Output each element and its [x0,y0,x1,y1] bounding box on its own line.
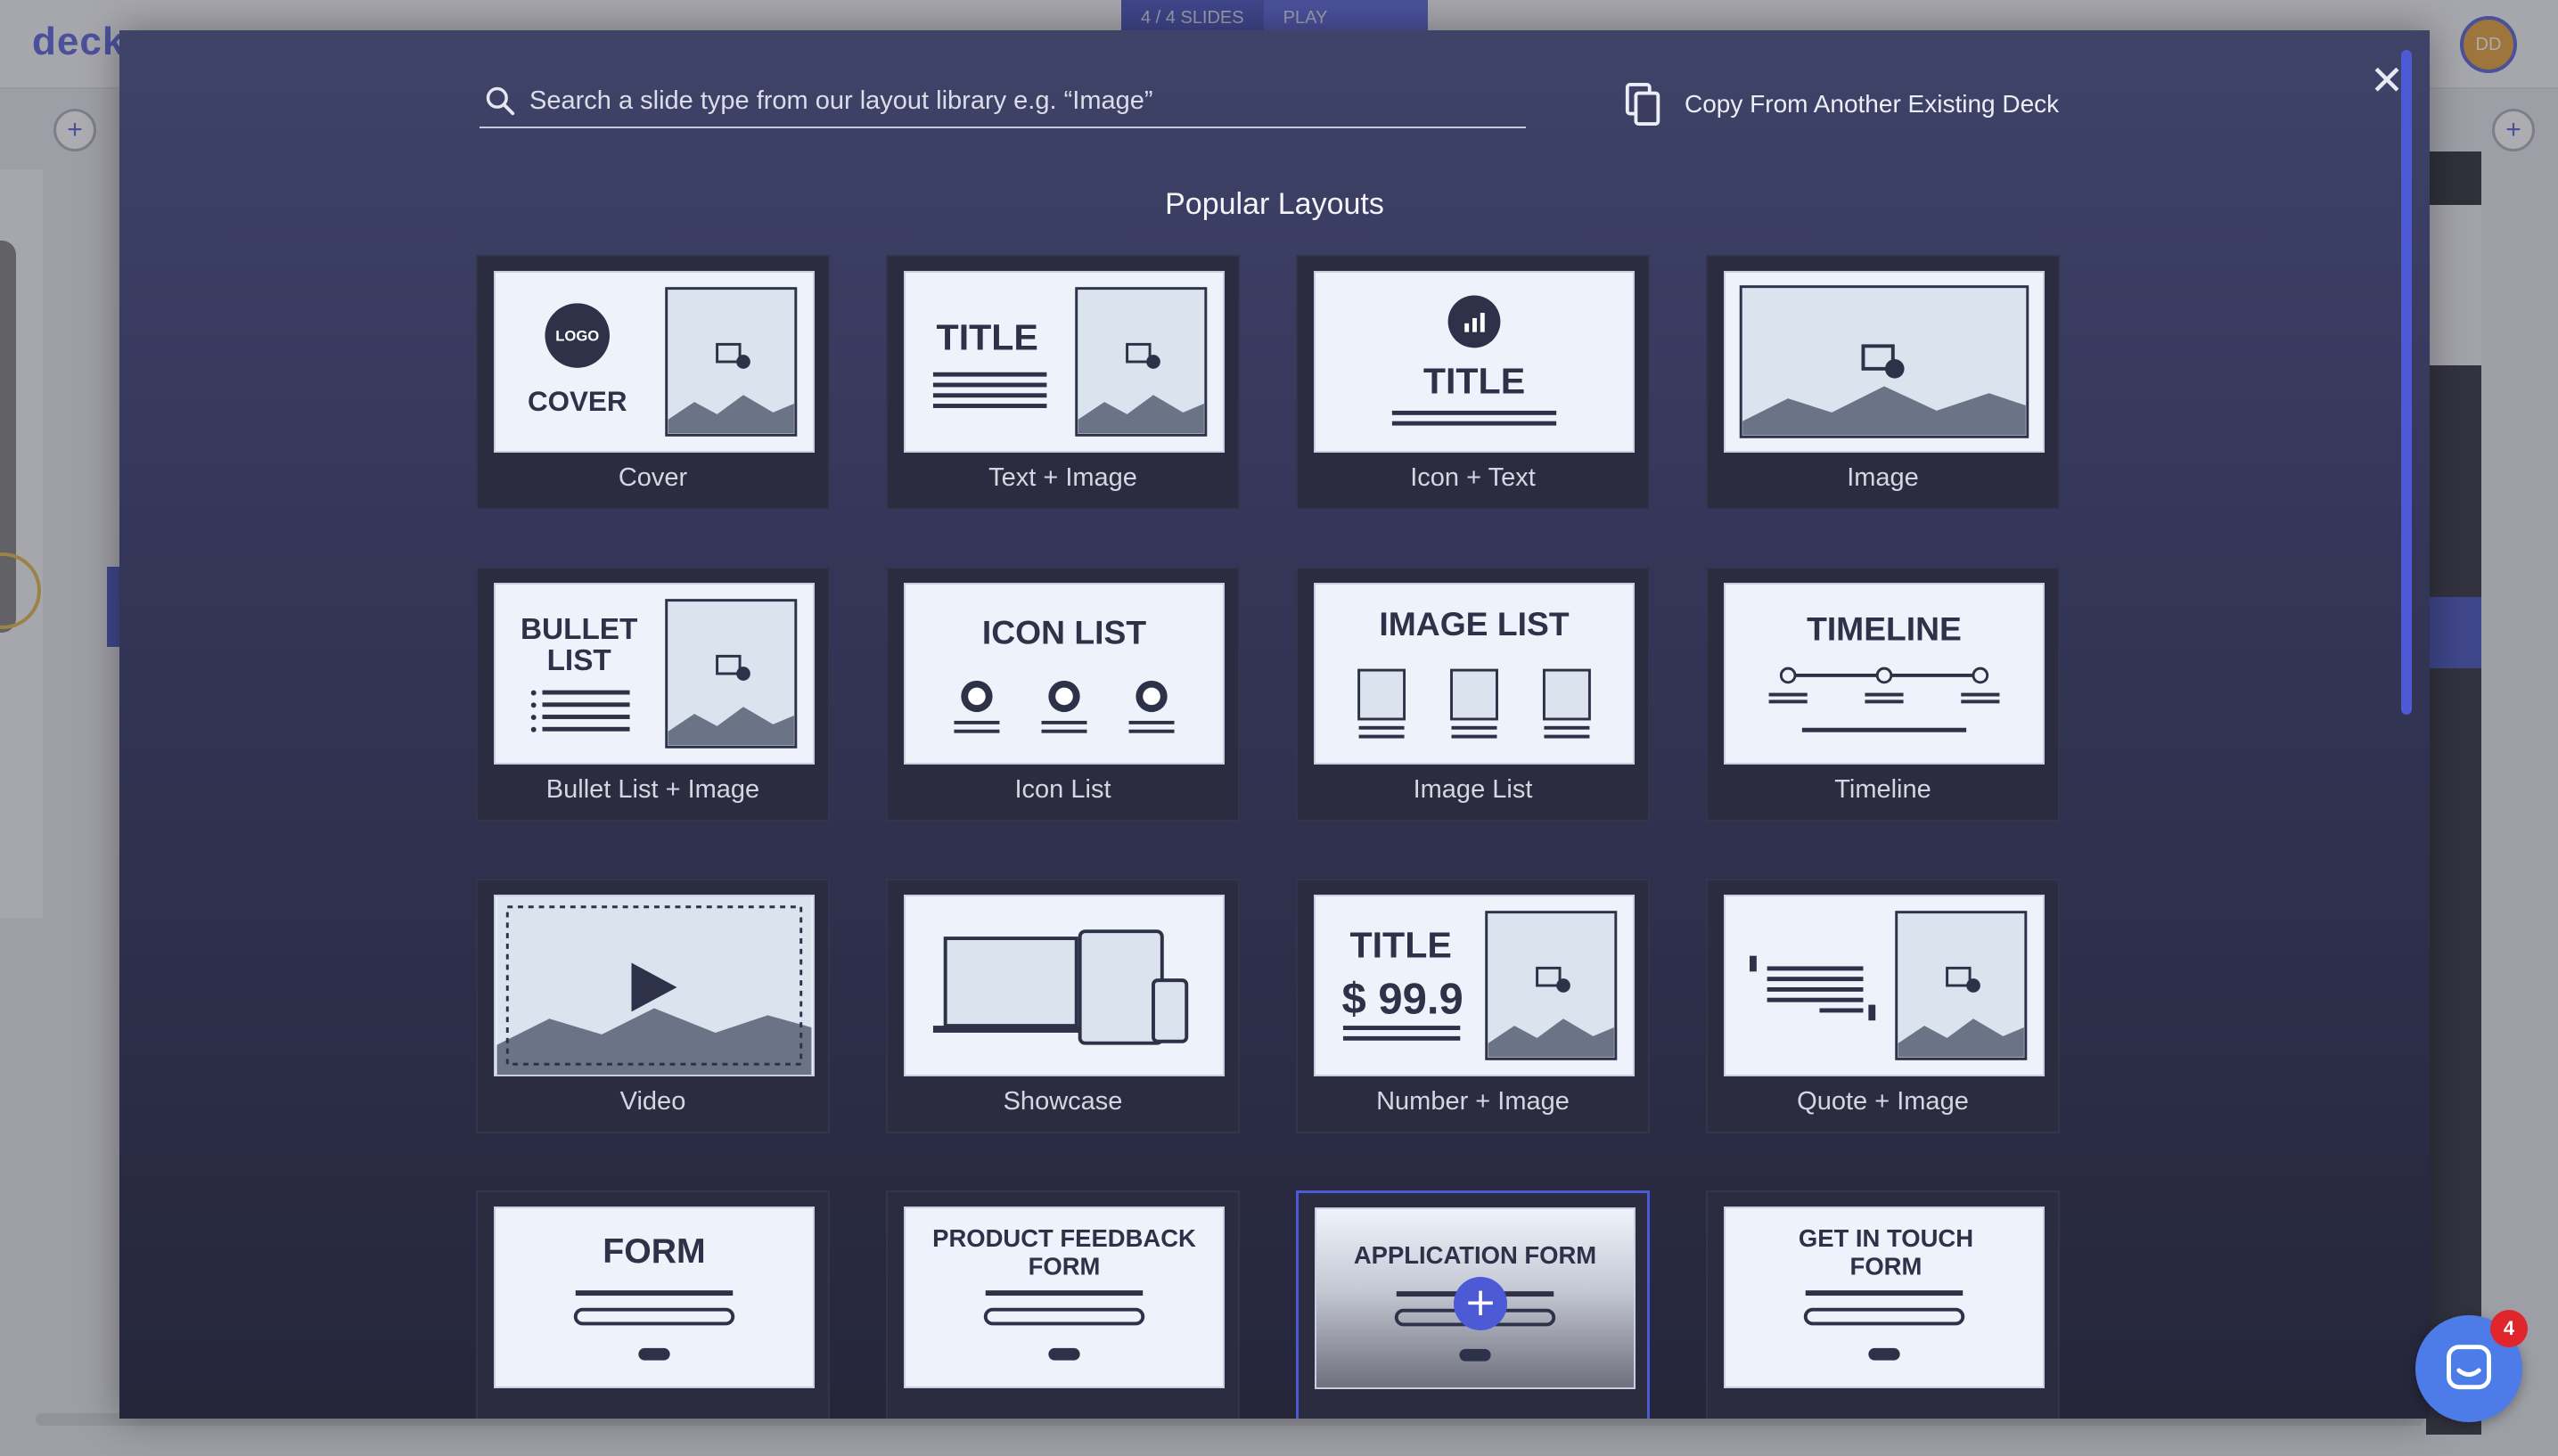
form-text: FORM [603,1232,705,1271]
layout-label: Image List [1413,775,1533,804]
layout-thumbnail: TITLE [904,271,1225,453]
layout-thumbnail: BULLET LIST [494,583,815,765]
layout-label: Number + Image [1376,1087,1570,1116]
layout-card-timeline[interactable]: TIMELINE Timeline [1706,567,2060,822]
layout-card-icon-text[interactable]: TITLE Icon + Text [1296,255,1650,510]
product-feedback-text: PRODUCT FEEDBACK [932,1224,1196,1252]
layout-thumbnail: FORM [494,1207,815,1388]
layout-card-showcase[interactable]: Showcase [886,879,1240,1133]
layout-card-number-image[interactable]: TITLE $ 99.9 Number + Image [1296,879,1650,1133]
layout-card-form[interactable]: FORM [476,1190,830,1419]
layout-card-image[interactable]: Image [1706,255,2060,510]
layout-card-video[interactable]: Video [476,879,830,1133]
logo-text: LOGO [555,327,599,344]
layout-card-text-image[interactable]: TITLE Text + Image [886,255,1240,510]
layout-card-cover[interactable]: LOGO COVER Cover [476,255,830,510]
layout-thumbnail [494,895,815,1076]
layout-thumbnail [1724,271,2045,453]
icon-list-text: ICON LIST [982,614,1146,651]
image-list-text: IMAGE LIST [1379,605,1569,642]
form-text: FORM [1029,1253,1101,1280]
timeline-text: TIMELINE [1807,610,1962,648]
layout-thumbnail: TITLE $ 99.9 [1314,895,1635,1076]
copy-icon [1625,83,1660,126]
modal-scrollbar[interactable] [2401,50,2412,715]
layout-thumbnail: LOGO COVER [494,271,815,453]
cover-text: COVER [528,386,627,417]
layout-thumbnail: TIMELINE [1724,583,2045,765]
layout-thumbnail [904,895,1225,1076]
layout-card-get-in-touch-form[interactable]: GET IN TOUCH FORM [1706,1190,2060,1419]
layout-thumbnail: ICON LIST [904,583,1225,765]
layout-library-modal: ✕ Copy From Another Existing Deck Popula… [119,30,2430,1419]
layout-thumbnail: PRODUCT FEEDBACK FORM [904,1207,1225,1388]
search-icon [486,86,515,116]
list-text: LIST [547,644,611,677]
layout-thumbnail: IMAGE LIST [1314,583,1635,765]
price-text: $ 99.9 [1341,975,1463,1023]
layout-label: Icon + Text [1410,463,1536,492]
layout-label: Icon List [1014,775,1111,804]
copy-from-deck-label: Copy From Another Existing Deck [1685,90,2060,118]
layout-label: Timeline [1834,775,1931,804]
layout-thumbnail: APPLICATION FORM + [1315,1207,1636,1389]
layout-card-application-form[interactable]: APPLICATION FORM + [1296,1190,1650,1419]
application-form-text: APPLICATION FORM [1354,1241,1596,1269]
get-in-touch-text: GET IN TOUCH [1799,1224,1973,1252]
title-text: TITLE [1423,360,1525,401]
layout-card-bullet-list-image[interactable]: BULLET LIST Bullet List + Image [476,567,830,822]
layout-label: Quote + Image [1797,1087,1969,1116]
bullet-text: BULLET [521,613,637,646]
search-bar [480,75,1526,128]
layout-label: Image [1847,463,1919,492]
layout-card-image-list[interactable]: IMAGE LIST Image List [1296,567,1650,822]
layout-thumbnail: TITLE [1314,271,1635,453]
section-title: Popular Layouts [1165,187,1384,221]
layout-label: Text + Image [988,463,1137,492]
layout-card-icon-list[interactable]: ICON LIST Icon List [886,567,1240,822]
layout-card-product-feedback-form[interactable]: PRODUCT FEEDBACK FORM [886,1190,1240,1419]
layout-label: Bullet List + Image [545,775,760,804]
search-input[interactable] [517,86,1526,116]
layout-label: Video [619,1087,686,1116]
layout-card-quote-image[interactable]: Quote + Image [1706,879,2060,1133]
layout-label: Cover [618,463,688,492]
title-text: TITLE [937,316,1038,357]
title-text: TITLE [1349,925,1451,966]
layout-thumbnail: GET IN TOUCH FORM [1724,1207,2045,1388]
form-text: FORM [1850,1253,1923,1280]
layout-thumbnail [1724,895,2045,1076]
copy-from-deck-button[interactable]: Copy From Another Existing Deck [1624,82,2059,127]
unread-count-badge: 4 [2490,1310,2528,1347]
layout-label: Showcase [1003,1087,1123,1116]
add-layout-icon[interactable]: + [1454,1277,1507,1330]
chat-icon [2447,1345,2491,1390]
